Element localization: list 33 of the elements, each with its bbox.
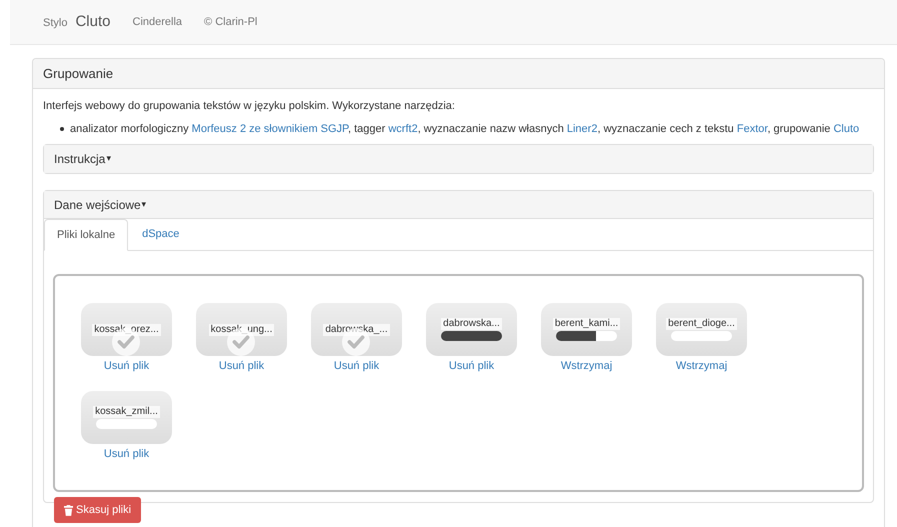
file-action-link[interactable]: Wstrzymaj bbox=[560, 358, 612, 374]
tab[interactable]: dSpace bbox=[128, 218, 194, 250]
caret-icon: ▾ bbox=[142, 198, 147, 212]
file-action-link[interactable]: Usuń plik bbox=[218, 358, 264, 374]
caret-icon: ▾ bbox=[106, 152, 112, 166]
delete-files-button[interactable]: Skasuj pliki bbox=[54, 497, 142, 523]
file-name: berent_dioge... bbox=[666, 318, 737, 330]
section-toggle[interactable]: Instrukcja▾ bbox=[54, 150, 112, 168]
file-action-link[interactable]: Usuń plik bbox=[104, 358, 150, 374]
file-action-link[interactable]: Wstrzymaj bbox=[676, 358, 728, 374]
tool-link[interactable]: Cluto bbox=[833, 123, 860, 135]
tool-link[interactable]: Fextor bbox=[736, 123, 768, 135]
tool-link[interactable]: Liner2 bbox=[566, 123, 598, 135]
file-name: berent_kami... bbox=[552, 318, 620, 330]
file-action-link[interactable]: Usuń plik bbox=[104, 446, 150, 462]
bullet-icon bbox=[60, 127, 64, 131]
brand-link[interactable]: Cluto bbox=[75, 10, 110, 34]
tab[interactable]: Pliki lokalne bbox=[44, 219, 128, 251]
file-action-link[interactable]: Usuń plik bbox=[334, 358, 380, 374]
tool-link[interactable]: wcrft2 bbox=[388, 123, 418, 135]
file-name: kossak_zmil... bbox=[93, 406, 160, 418]
section-toggle[interactable]: Dane wejściowe▾ bbox=[54, 196, 147, 214]
intro-text: Interfejs webowy do grupowania tekstów w języku polskim. Wykorzystane narzędzia: bbox=[43, 99, 456, 114]
panel-title: Grupowanie bbox=[33, 59, 884, 89]
trash-icon bbox=[64, 504, 73, 516]
file-name: dabrowska... bbox=[441, 318, 502, 330]
nav-link[interactable]: Cinderella bbox=[132, 14, 182, 30]
tool-link[interactable]: Morfeusz 2 ze słownikiem SGJP bbox=[192, 123, 348, 135]
file-action-link[interactable]: Usuń plik bbox=[448, 358, 494, 374]
brand-caption: Stylo bbox=[43, 16, 68, 31]
drop-zone[interactable]: kossak_orez... Usuń plik kossak_ung... Usuń plik dabrowska_... Usuń plik dabrowska... Usuń plik berent_kami... Wstrzymaj berent_dioge... Wstrzymaj kossak_zmil... Usuń plik bbox=[53, 274, 864, 492]
tools-text: analizator morfologiczny Morfeusz 2 ze słownikiem SGJP, tagger wcrft2, wyznaczanie nazw własnych Liner2, wyznaczanie cech z tekstu Fextor, grupowanie Cluto bbox=[70, 122, 860, 137]
nav-link[interactable]: © Clarin-Pl bbox=[204, 14, 258, 30]
